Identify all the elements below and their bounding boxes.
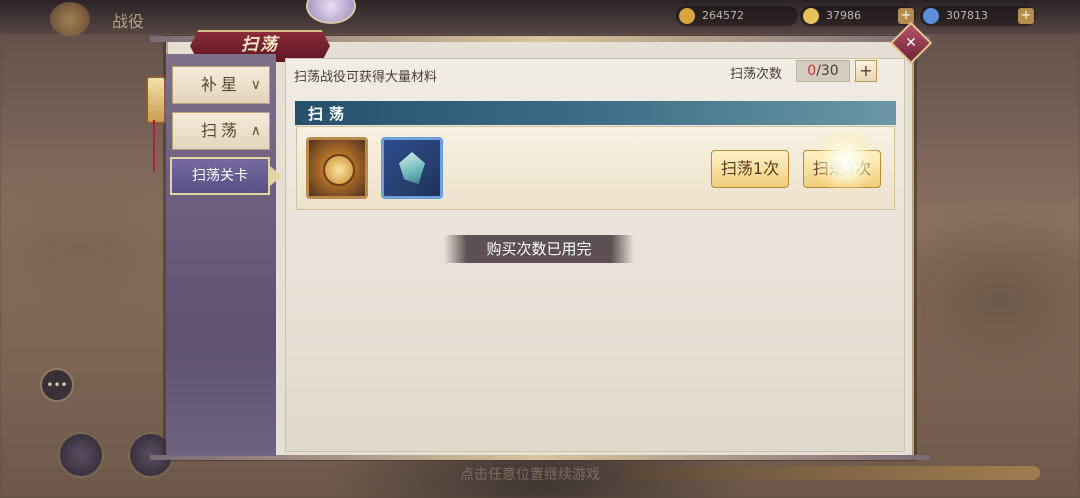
add-gem-button[interactable]: + bbox=[1018, 8, 1034, 24]
reward-item-1[interactable] bbox=[306, 137, 368, 199]
buy-sweep-button[interactable]: + bbox=[855, 60, 877, 82]
ingot-icon bbox=[803, 8, 819, 24]
gold-resource: 264572 bbox=[676, 6, 798, 26]
gem-value: 307813 bbox=[946, 9, 988, 22]
sweep-once-button[interactable]: 扫荡1次 bbox=[711, 150, 789, 188]
blue-gem-icon bbox=[923, 8, 939, 24]
nav-item-sweep[interactable]: 扫荡 ∧ bbox=[172, 112, 270, 150]
gem-resource: 307813 + bbox=[920, 6, 1036, 26]
bottom-dock bbox=[620, 466, 1040, 480]
close-icon: ✕ bbox=[905, 35, 917, 51]
chevron-down-icon: ∨ bbox=[250, 77, 261, 93]
gold-coin-icon bbox=[679, 8, 695, 24]
toast-message: 购买次数已用完 bbox=[444, 235, 634, 263]
crystal-shard-icon bbox=[399, 152, 425, 184]
chevron-up-icon: ∧ bbox=[250, 123, 261, 139]
gold-value: 264572 bbox=[702, 9, 744, 22]
nav-subitem-sweep-stage[interactable]: 扫荡关卡 bbox=[170, 157, 270, 195]
nav-item-label: 扫荡 bbox=[201, 121, 242, 140]
dock-icon-left[interactable] bbox=[58, 432, 104, 478]
tap-glow-effect bbox=[815, 130, 877, 192]
active-pointer bbox=[270, 166, 282, 186]
sweep-count-total: /30 bbox=[816, 63, 839, 79]
section-title: 扫荡 bbox=[308, 105, 351, 123]
continue-hint: 点击任意位置继续游戏 bbox=[460, 467, 600, 483]
reward-item-2[interactable] bbox=[381, 137, 443, 199]
lantern-tassel bbox=[153, 120, 155, 172]
ingot-value: 37986 bbox=[826, 9, 861, 22]
nav-item-star-fill[interactable]: 补星 ∨ bbox=[172, 66, 270, 104]
section-header bbox=[295, 101, 896, 125]
lantern-ornament bbox=[146, 76, 166, 124]
chat-icon[interactable]: ••• bbox=[40, 368, 74, 402]
scene-title: 战役 bbox=[112, 12, 145, 31]
sweep-count-used: 0 bbox=[807, 63, 817, 79]
sweep-count-label: 扫荡次数 bbox=[730, 67, 783, 82]
bagua-plate-icon bbox=[323, 154, 355, 186]
ingot-resource: 37986 + bbox=[800, 6, 916, 26]
nav-item-label: 补星 bbox=[201, 75, 242, 94]
back-button[interactable] bbox=[50, 2, 90, 36]
sweep-count-display: 0/30 bbox=[796, 60, 850, 82]
panel-description: 扫荡战役可获得大量材料 bbox=[294, 70, 438, 85]
